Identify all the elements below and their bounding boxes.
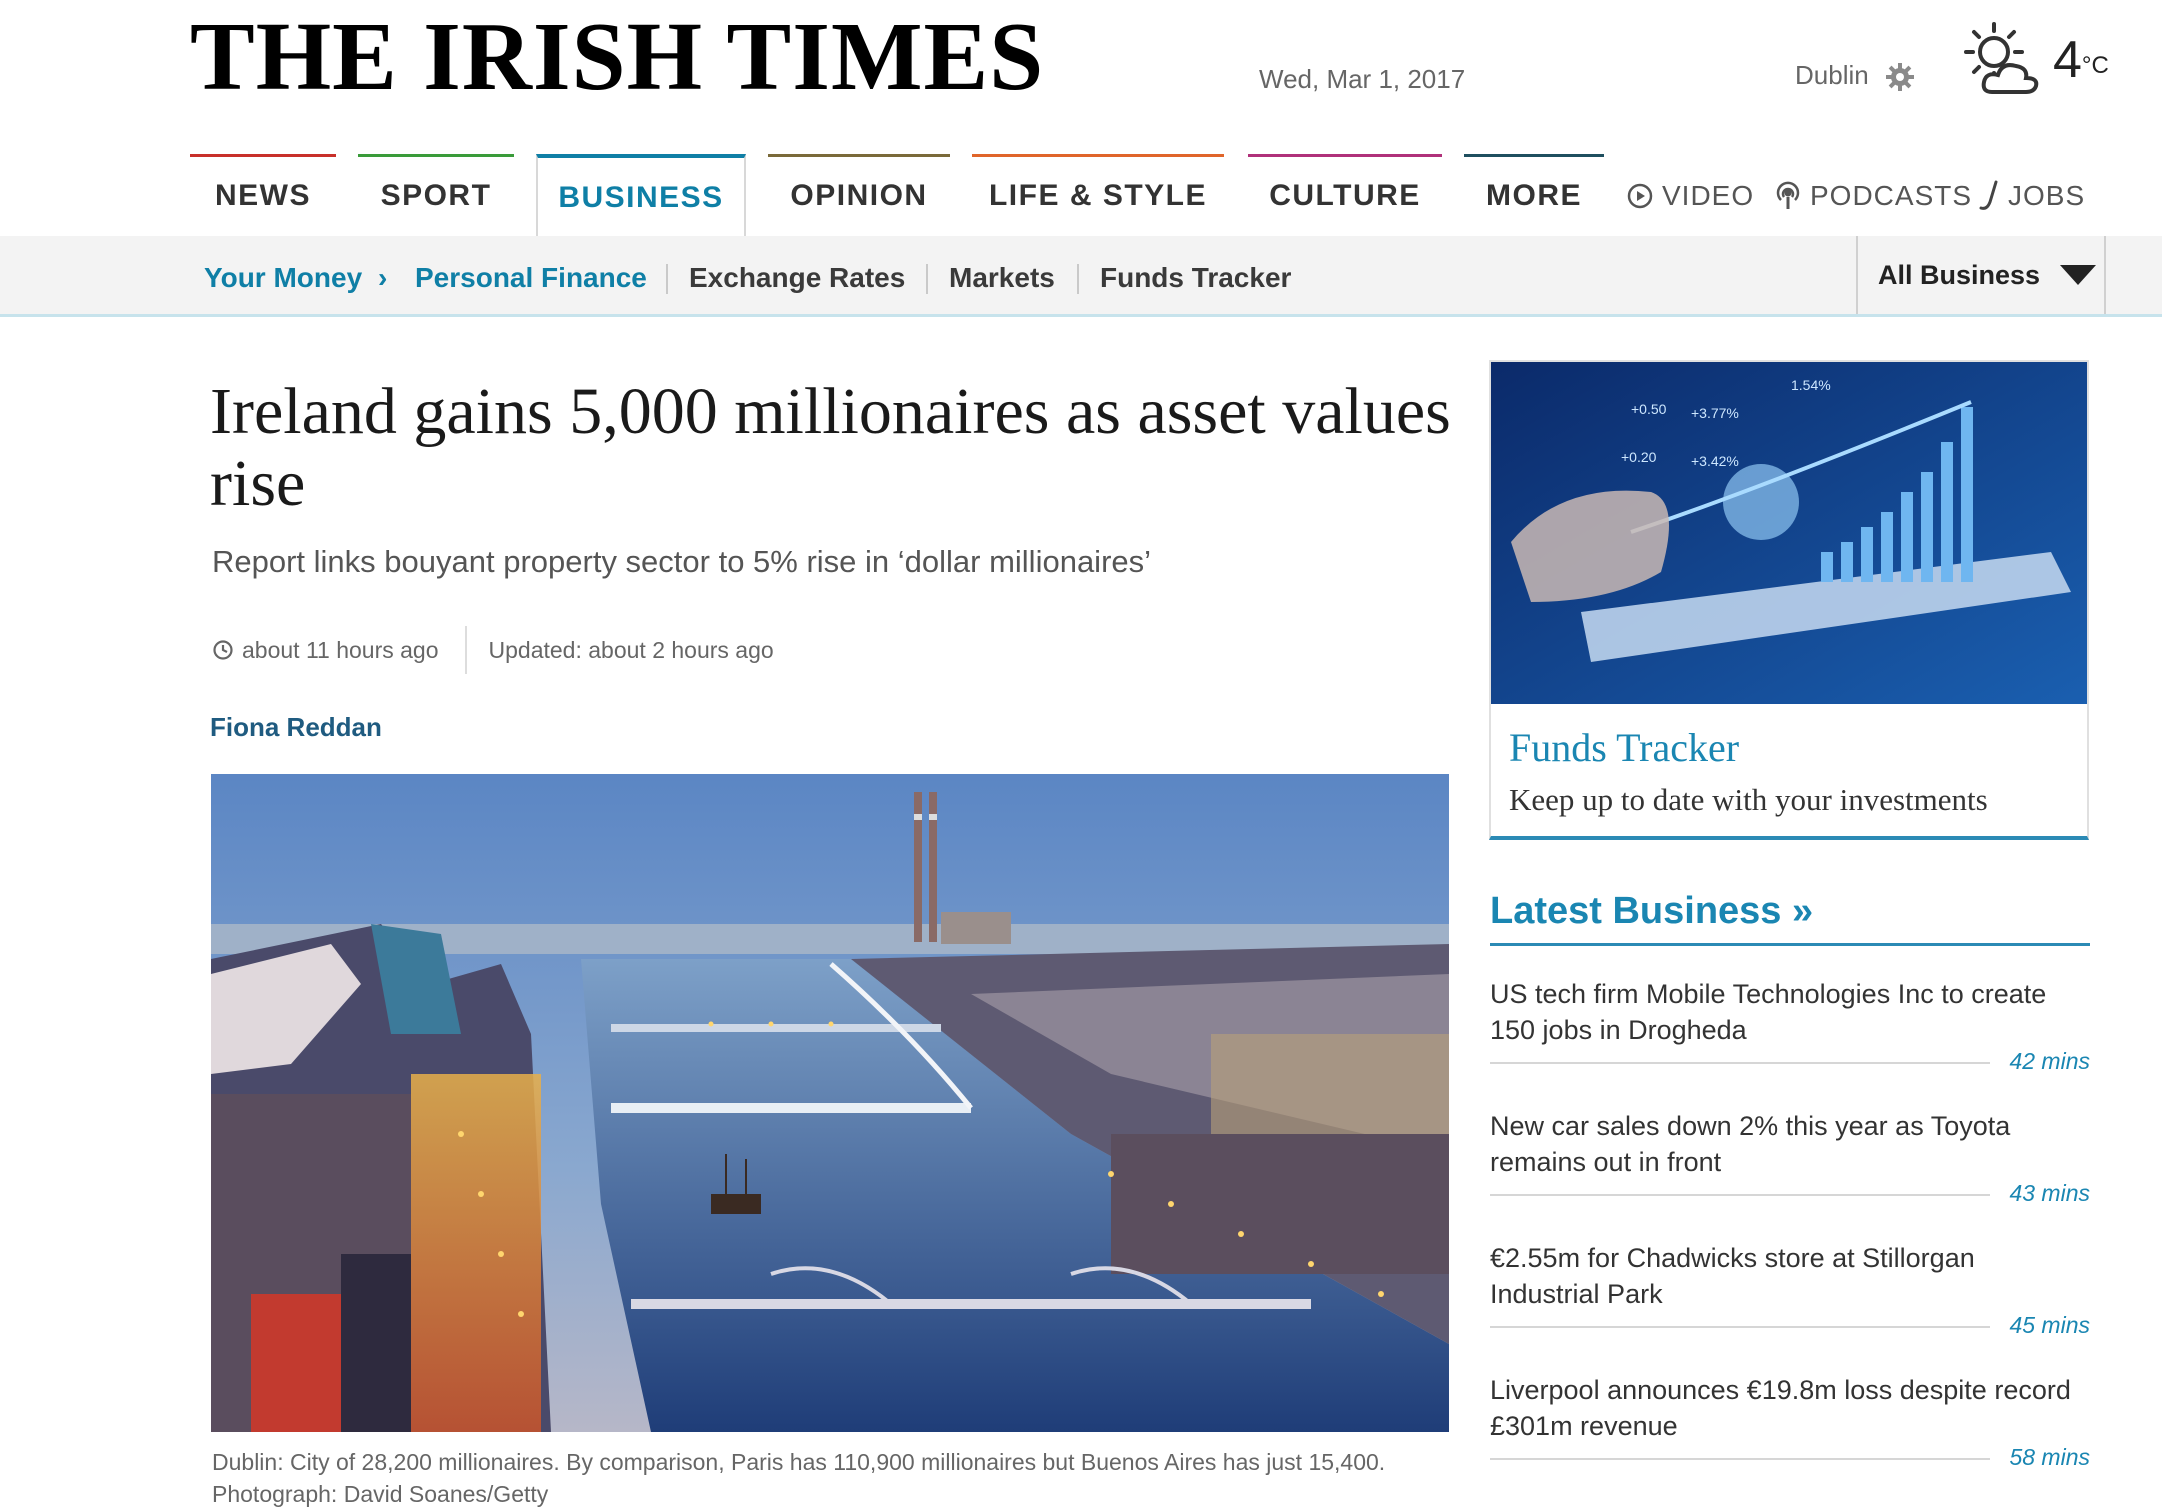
promo-chart-label: +0.20: [1621, 449, 1657, 465]
story-title[interactable]: US tech firm Mobile Technologies Inc to …: [1490, 976, 2090, 1048]
partly-cloudy-icon: [1962, 22, 2048, 103]
latest-story[interactable]: €2.55m for Chadwicks store at Stillorgan…: [1490, 1240, 2090, 1342]
latest-business-heading[interactable]: Latest Business »: [1490, 890, 2090, 946]
article-meta: about 11 hours ago Updated: about 2 hour…: [212, 626, 774, 674]
current-date: Wed, Mar 1, 2017: [1259, 64, 1466, 94]
promo-chart-label: +0.50: [1631, 401, 1667, 417]
subnav-divider: [926, 264, 928, 294]
funds-tracker-promo[interactable]: 1.54% +0.50 +3.77% +0.20 +3.42% Funds Tr…: [1489, 360, 2089, 840]
subnav-funds-tracker[interactable]: Funds Tracker: [1100, 262, 1291, 294]
temperature: 4°C: [2053, 30, 2109, 90]
masthead-logo[interactable]: THE IRISH TIMES: [190, 2, 1044, 112]
tab-business[interactable]: BUSINESS: [536, 154, 746, 238]
tab-opinion[interactable]: OPINION: [768, 154, 950, 234]
latest-story[interactable]: New car sales down 2% this year as Toyot…: [1490, 1108, 2090, 1210]
promo-chart-label: +3.77%: [1691, 405, 1739, 421]
image-caption: Dublin: City of 28,200 millionaires. By …: [212, 1449, 1386, 1507]
subnav-markets[interactable]: Markets: [949, 262, 1055, 294]
gear-icon[interactable]: [1885, 62, 1915, 97]
promo-chart-label: 1.54%: [1791, 377, 1831, 393]
story-divider: [1490, 1194, 1990, 1196]
author-link[interactable]: Fiona Reddan: [210, 712, 382, 743]
article-standfirst: Report links bouyant property sector to …: [212, 544, 1152, 579]
latest-story[interactable]: US tech firm Mobile Technologies Inc to …: [1490, 976, 2090, 1078]
promo-title[interactable]: Funds Tracker: [1509, 724, 1739, 771]
tab-news[interactable]: NEWS: [190, 154, 336, 234]
story-time: 43 mins: [2009, 1180, 2090, 1206]
promo-description: Keep up to date with your investments: [1509, 782, 1988, 817]
latest-story[interactable]: Liverpool announces €19.8m loss despite …: [1490, 1372, 2090, 1474]
breadcrumb-your-money[interactable]: Your Money: [204, 262, 362, 294]
clock-icon: [213, 640, 233, 660]
play-icon: [1627, 183, 1653, 209]
story-title[interactable]: New car sales down 2% this year as Toyot…: [1490, 1108, 2090, 1180]
hero-image-dublin-city[interactable]: [211, 774, 1449, 1432]
jobs-label: JOBS: [2008, 180, 2086, 211]
story-divider: [1490, 1062, 1990, 1064]
published-time: about 11 hours ago: [242, 636, 439, 663]
video-label: VIDEO: [1662, 180, 1755, 211]
all-business-dropdown[interactable]: All Business: [1856, 236, 2106, 314]
article-headline: Ireland gains 5,000 millionaires as asse…: [210, 375, 1451, 520]
story-divider: [1490, 1326, 1990, 1328]
subnav-divider: [1077, 264, 1079, 294]
jobs-link[interactable]: JOBS: [1978, 180, 2085, 212]
tab-life-style[interactable]: LIFE & STYLE: [972, 154, 1224, 234]
story-title[interactable]: €2.55m for Chadwicks store at Stillorgan…: [1490, 1240, 2090, 1312]
chevron-right-icon: ›: [378, 262, 388, 293]
caret-down-icon: [2060, 265, 2097, 285]
weather-city[interactable]: Dublin: [1795, 60, 1869, 91]
story-time: 45 mins: [2009, 1312, 2090, 1338]
promo-chart-label: +3.42%: [1691, 453, 1739, 469]
podcast-icon: [1776, 181, 1800, 209]
subnav-divider: [666, 264, 668, 294]
subnav-exchange-rates[interactable]: Exchange Rates: [689, 262, 905, 294]
funds-tracker-image: 1.54% +0.50 +3.77% +0.20 +3.42%: [1491, 362, 2087, 704]
primary-nav: NEWS SPORT BUSINESS OPINION LIFE & STYLE…: [0, 150, 2162, 238]
tab-culture[interactable]: CULTURE: [1248, 154, 1442, 234]
podcasts-link[interactable]: PODCASTS: [1774, 180, 1972, 212]
video-link[interactable]: VIDEO: [1626, 180, 1754, 212]
business-subnav: Your Money › Personal Finance Exchange R…: [0, 236, 2162, 317]
tab-more[interactable]: MORE: [1464, 154, 1604, 234]
dropdown-label: All Business: [1878, 259, 2041, 290]
temperature-unit: °C: [2081, 52, 2109, 79]
story-title[interactable]: Liverpool announces €19.8m loss despite …: [1490, 1372, 2090, 1444]
meta-divider: [464, 626, 467, 674]
updated-time: Updated: about 2 hours ago: [488, 636, 774, 663]
temperature-value: 4: [2053, 31, 2082, 89]
podcasts-label: PODCASTS: [1810, 180, 1973, 211]
story-divider: [1490, 1458, 1990, 1460]
tab-sport[interactable]: SPORT: [358, 154, 514, 234]
story-time: 58 mins: [2009, 1444, 2090, 1470]
story-time: 42 mins: [2009, 1048, 2090, 1074]
jobs-icon: [1979, 180, 1998, 210]
breadcrumb-personal-finance[interactable]: Personal Finance: [415, 262, 647, 294]
